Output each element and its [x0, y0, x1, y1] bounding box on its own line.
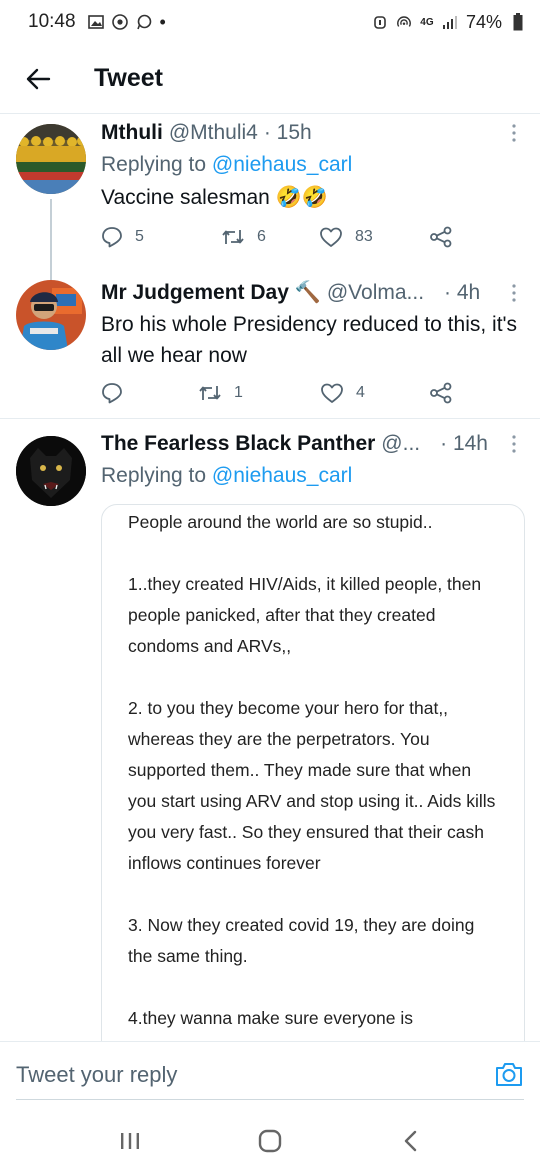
- mention-link[interactable]: @niehaus_carl: [212, 153, 352, 176]
- recent-apps-button[interactable]: [110, 1121, 150, 1161]
- more-options-button[interactable]: [504, 429, 524, 459]
- reply-button[interactable]: [101, 382, 135, 404]
- tweet-item[interactable]: The Fearless Black Panther @... · 14h Re…: [0, 419, 540, 1041]
- image-text: People around the world are so stupid.. …: [102, 505, 524, 1034]
- system-back-button[interactable]: [390, 1121, 430, 1161]
- heart-icon: [320, 227, 342, 247]
- replying-to-label: Replying to: [101, 153, 207, 176]
- tweet-header: Mr Judgement Day 🔨 @Volma... · 4h: [101, 278, 524, 308]
- chrome-icon: [111, 14, 128, 30]
- replying-to: Replying to @niehaus_carl: [101, 459, 524, 493]
- status-right: 4G 74%: [372, 12, 526, 33]
- like-count: 83: [355, 228, 373, 245]
- more-vertical-icon: [512, 124, 516, 142]
- battery-icon: [510, 13, 526, 31]
- whatsapp-icon: [136, 14, 152, 30]
- status-dot: •: [159, 11, 166, 32]
- alarm-icon: [372, 14, 388, 30]
- status-time: 10:48: [28, 11, 76, 32]
- tweet-header: Mthuli @Mthuli4 · 15h: [101, 118, 524, 148]
- share-icon: [430, 226, 452, 248]
- more-vertical-icon: [512, 284, 516, 302]
- tweet-text: Vaccine salesman 🤣🤣: [101, 186, 328, 209]
- tweet-text: Bro his whole Presidency reduced to this…: [101, 313, 518, 367]
- retweet-icon: [222, 230, 244, 244]
- more-options-button[interactable]: [504, 118, 524, 148]
- camera-button[interactable]: [494, 1059, 524, 1089]
- reply-button[interactable]: 5: [101, 226, 144, 248]
- author-handle[interactable]: @...: [381, 432, 420, 456]
- author-name[interactable]: Mr Judgement Day 🔨: [101, 281, 321, 305]
- retweet-icon: [199, 386, 221, 400]
- tweet-item[interactable]: Mr Judgement Day 🔨 @Volma... · 4h Bro hi…: [0, 267, 540, 418]
- tweet-image[interactable]: People around the world are so stupid.. …: [101, 504, 525, 1041]
- reply-input[interactable]: [16, 1058, 456, 1092]
- share-button[interactable]: [429, 226, 453, 248]
- system-nav-bar: [0, 1111, 540, 1170]
- home-button[interactable]: [250, 1121, 290, 1161]
- tweet-body: Mr Judgement Day 🔨 @Volma... · 4h Bro hi…: [101, 278, 524, 371]
- tweet-time[interactable]: · 14h: [440, 432, 488, 456]
- reply-bar: [0, 1041, 540, 1111]
- avatar[interactable]: [16, 280, 86, 350]
- like-count: 4: [356, 384, 365, 401]
- chevron-left-icon: [404, 1130, 417, 1151]
- reply-icon: [102, 227, 122, 248]
- image-text-line: 3. Now they created covid 19, they are d…: [128, 915, 475, 966]
- retweet-button[interactable]: 1: [198, 383, 243, 403]
- heart-icon: [321, 383, 343, 403]
- header: Tweet: [0, 44, 540, 114]
- tweet-time[interactable]: · 15h: [264, 121, 312, 145]
- retweet-count: 6: [257, 228, 266, 245]
- tweet-actions: 1 4: [101, 378, 461, 408]
- more-options-button[interactable]: [504, 278, 524, 308]
- author-name[interactable]: Mthuli: [101, 121, 163, 145]
- mention-link[interactable]: @niehaus_carl: [212, 464, 352, 487]
- battery-percent: 74%: [465, 11, 502, 32]
- recent-apps-icon: [121, 1132, 139, 1149]
- tweet-time[interactable]: · 4h: [444, 281, 480, 305]
- replying-to-label: Replying to: [101, 464, 207, 487]
- reply-underline: [16, 1099, 524, 1100]
- image-text-line: 1..they created HIV/Aids, it killed peop…: [128, 574, 482, 656]
- signal-icon: [442, 14, 458, 30]
- status-bar: 10:48 • 4G 74%: [0, 0, 540, 44]
- back-button[interactable]: [14, 55, 62, 103]
- network-type: 4G: [420, 16, 434, 28]
- image-text-line: People around the world are so stupid..: [128, 512, 433, 532]
- tweet-body: Mthuli @Mthuli4 · 15h Replying to @nieha…: [101, 118, 524, 213]
- status-left: 10:48 •: [28, 11, 166, 33]
- arrow-left-icon: [26, 68, 51, 89]
- like-button[interactable]: 4: [320, 382, 365, 404]
- retweet-count: 1: [234, 384, 243, 401]
- camera-icon: [496, 1063, 522, 1086]
- image-text-line: 4.they wanna make sure everyone is: [128, 1008, 414, 1028]
- tweet-actions: 5 6 83: [101, 222, 461, 252]
- retweet-button[interactable]: 6: [221, 227, 266, 247]
- tweet-body: The Fearless Black Panther @... · 14h Re…: [101, 429, 524, 493]
- share-button[interactable]: [429, 382, 453, 404]
- share-icon: [430, 382, 452, 404]
- image-text-line: 2. to you they become your hero for that…: [128, 698, 496, 873]
- like-button[interactable]: 83: [319, 226, 373, 248]
- avatar[interactable]: [16, 124, 86, 194]
- replying-to: Replying to @niehaus_carl: [101, 148, 524, 182]
- hotspot-icon: [396, 14, 412, 30]
- author-handle[interactable]: @Volma...: [327, 281, 424, 305]
- more-vertical-icon: [512, 435, 516, 453]
- reply-icon: [102, 383, 122, 404]
- home-icon: [258, 1129, 282, 1152]
- tweet-header: The Fearless Black Panther @... · 14h: [101, 429, 524, 459]
- author-name[interactable]: The Fearless Black Panther: [101, 432, 375, 456]
- gallery-icon: [87, 14, 104, 30]
- page-title: Tweet: [94, 64, 163, 92]
- author-handle[interactable]: @Mthuli4: [169, 121, 258, 145]
- avatar[interactable]: [16, 436, 86, 506]
- tweet-item[interactable]: Mthuli @Mthuli4 · 15h Replying to @nieha…: [0, 115, 540, 289]
- reply-count: 5: [135, 228, 144, 245]
